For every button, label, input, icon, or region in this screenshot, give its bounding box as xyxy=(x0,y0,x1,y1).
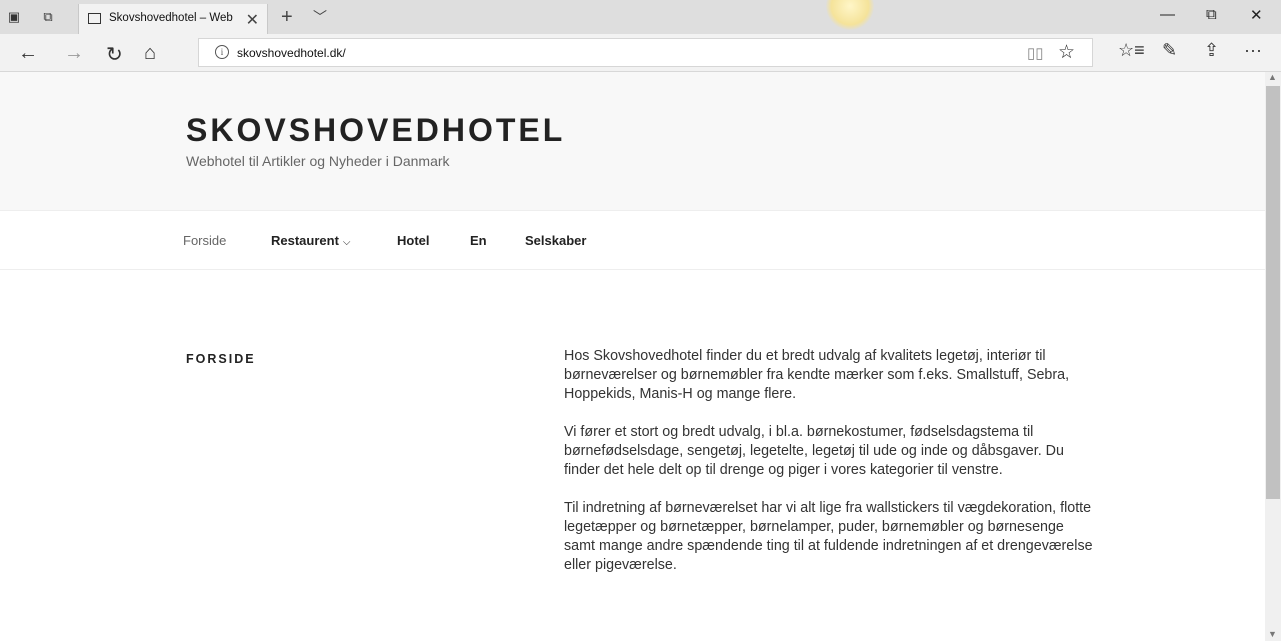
forward-arrow-icon[interactable]: → xyxy=(64,42,84,65)
nav-item-label: Restaurent xyxy=(271,233,339,248)
content-paragraph: Hos Skovshovedhotel finder du et bredt u… xyxy=(564,348,1070,402)
page-heading: FORSIDE xyxy=(186,352,256,366)
browser-toolbar: ← → ↻ ⌂ i skovshovedhotel.dk/ ▯▯ ☆ ☆≡ ✎ … xyxy=(0,34,1281,72)
web-note-pen-icon[interactable]: ✎ xyxy=(1162,40,1177,61)
main-navigation: Forside Restaurent ⌵ Hotel En Selskaber xyxy=(0,210,1265,270)
favorite-star-icon[interactable]: ☆ xyxy=(1058,41,1075,64)
content-paragraph: Vi fører et stort og bredt udvalg, i bl.… xyxy=(564,424,1064,478)
scrollbar-thumb[interactable] xyxy=(1266,86,1280,499)
page-favicon-icon xyxy=(88,13,101,24)
reading-view-icon[interactable]: ▯▯ xyxy=(1027,44,1044,62)
site-info-icon[interactable]: i xyxy=(215,45,229,59)
nav-item-hotel[interactable]: Hotel xyxy=(397,233,430,248)
site-title[interactable]: SKOVSHOVEDHOTEL xyxy=(186,112,565,149)
browser-tab-bar: ▣ ⧉ Skovshovedhotel – Web ✕ + ﹀ — ⧉ ✕ xyxy=(0,0,1281,34)
set-tabs-aside-icon[interactable]: ⧉ xyxy=(40,9,56,25)
favorites-hub-icon[interactable]: ☆≡ xyxy=(1118,40,1145,61)
more-menu-icon[interactable]: ··· xyxy=(1244,40,1262,61)
tab-preview-icon[interactable]: ▣ xyxy=(6,9,22,25)
active-tab[interactable]: Skovshovedhotel – Web ✕ xyxy=(78,4,268,34)
cursor-highlight xyxy=(826,0,874,30)
content-paragraph: Til indretning af børneværelset har vi a… xyxy=(564,500,1093,573)
new-tab-button[interactable]: + xyxy=(281,6,293,29)
vertical-scrollbar[interactable]: ▲ ▼ xyxy=(1265,72,1281,641)
tab-list-chevron-icon[interactable]: ﹀ xyxy=(313,7,327,27)
restore-button[interactable]: ⧉ xyxy=(1206,6,1217,23)
nav-item-en[interactable]: En xyxy=(470,233,487,248)
chevron-down-icon[interactable]: ⌵ xyxy=(343,237,351,248)
nav-item-selskaber[interactable]: Selskaber xyxy=(525,233,586,248)
nav-item-forside[interactable]: Forside xyxy=(183,233,226,248)
close-tab-icon[interactable]: ✕ xyxy=(246,10,259,30)
minimize-button[interactable]: — xyxy=(1160,6,1175,23)
scroll-up-arrow-icon[interactable]: ▲ xyxy=(1268,72,1277,82)
url-text[interactable]: skovshovedhotel.dk/ xyxy=(237,46,346,60)
back-arrow-icon[interactable]: ← xyxy=(18,42,38,65)
page-viewport: SKOVSHOVEDHOTEL Webhotel til Artikler og… xyxy=(0,72,1265,641)
close-window-button[interactable]: ✕ xyxy=(1250,6,1263,24)
nav-item-restaurent[interactable]: Restaurent ⌵ xyxy=(271,233,351,248)
tab-title: Skovshovedhotel – Web xyxy=(109,12,233,24)
page-content: Hos Skovshovedhotel finder du et bredt u… xyxy=(564,347,1094,594)
share-icon[interactable]: ⇪ xyxy=(1204,40,1219,61)
site-description: Webhotel til Artikler og Nyheder i Danma… xyxy=(186,153,450,169)
address-field[interactable]: i skovshovedhotel.dk/ ▯▯ ☆ xyxy=(198,38,1093,67)
site-header: SKOVSHOVEDHOTEL Webhotel til Artikler og… xyxy=(0,72,1265,210)
refresh-icon[interactable]: ↻ xyxy=(106,42,123,67)
scroll-down-arrow-icon[interactable]: ▼ xyxy=(1268,629,1277,639)
home-icon[interactable]: ⌂ xyxy=(144,42,156,65)
